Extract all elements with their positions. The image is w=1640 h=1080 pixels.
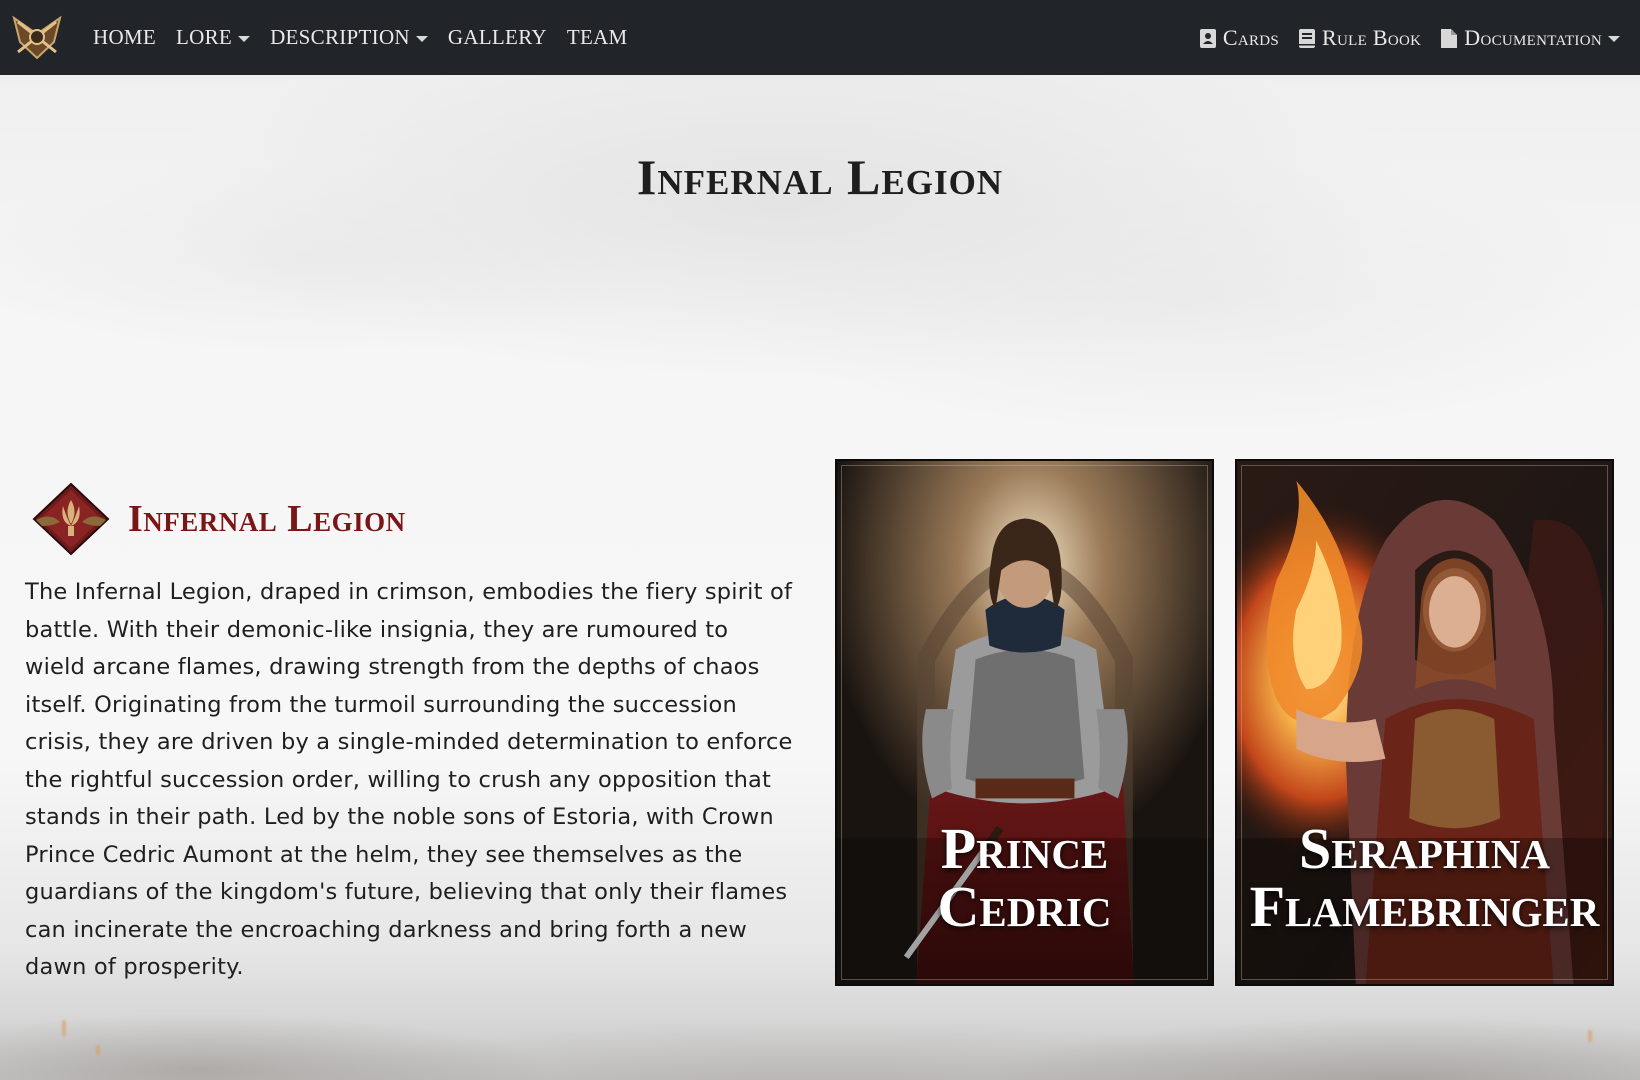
- nav-documentation-dropdown[interactable]: Documentation: [1441, 25, 1620, 51]
- faction-name: Infernal Legion: [128, 498, 406, 540]
- ember-spark: [1588, 1030, 1592, 1042]
- page-title: Infernal Legion: [636, 149, 1004, 205]
- character-card-seraphina-flamebringer[interactable]: Seraphina Flamebringer: [1235, 459, 1614, 986]
- caret-down-icon: [415, 35, 428, 42]
- card-title-line-2: Flamebringer: [1249, 874, 1600, 939]
- nav-description-dropdown[interactable]: DESCRIPTION: [270, 25, 428, 50]
- card-title: Prince Cedric: [837, 820, 1212, 936]
- nav-team[interactable]: TEAM: [567, 25, 628, 50]
- nav-gallery-label: GALLERY: [447, 25, 547, 49]
- ember-spark: [62, 1020, 66, 1036]
- nav-lore-dropdown[interactable]: LORE: [176, 25, 251, 50]
- book-icon: [1299, 28, 1316, 48]
- nav-rule-book-label: Rule Book: [1322, 24, 1422, 50]
- site-logo-icon[interactable]: [10, 12, 64, 62]
- nav-cards-label: Cards: [1222, 24, 1280, 50]
- secondary-nav: Cards Rule Book Documentation: [1180, 0, 1620, 75]
- nav-documentation-label: Documentation: [1464, 24, 1602, 50]
- card-title-line-1: Seraphina: [1299, 816, 1550, 881]
- nav-team-label: TEAM: [566, 25, 628, 49]
- character-card-prince-cedric[interactable]: Prince Cedric: [835, 459, 1214, 986]
- nav-home[interactable]: HOME: [93, 25, 156, 50]
- nav-cards[interactable]: Cards: [1199, 24, 1280, 51]
- nav-lore-label: LORE: [176, 25, 233, 49]
- card-title: Seraphina Flamebringer: [1237, 820, 1612, 936]
- nav-home-label: HOME: [93, 25, 157, 49]
- infernal-legion-emblem-icon: [30, 482, 112, 556]
- file-icon: [1441, 28, 1458, 48]
- contact-card-icon: [1199, 28, 1216, 48]
- card-title-line-1: Prince: [940, 816, 1109, 881]
- top-navbar: HOME LORE DESCRIPTION GALLERY TEAM Cards…: [0, 0, 1640, 75]
- nav-description-label: DESCRIPTION: [270, 25, 410, 49]
- faction-header: Infernal Legion: [30, 482, 406, 556]
- primary-nav: HOME LORE DESCRIPTION GALLERY TEAM: [93, 0, 648, 75]
- caret-down-icon: [1608, 35, 1620, 42]
- card-title-line-2: Cedric: [937, 874, 1112, 939]
- caret-down-icon: [238, 35, 251, 42]
- nav-gallery[interactable]: GALLERY: [448, 25, 547, 50]
- ember-spark: [96, 1045, 100, 1055]
- nav-rule-book[interactable]: Rule Book: [1299, 25, 1421, 51]
- faction-description: The Infernal Legion, draped in crimson, …: [25, 579, 793, 980]
